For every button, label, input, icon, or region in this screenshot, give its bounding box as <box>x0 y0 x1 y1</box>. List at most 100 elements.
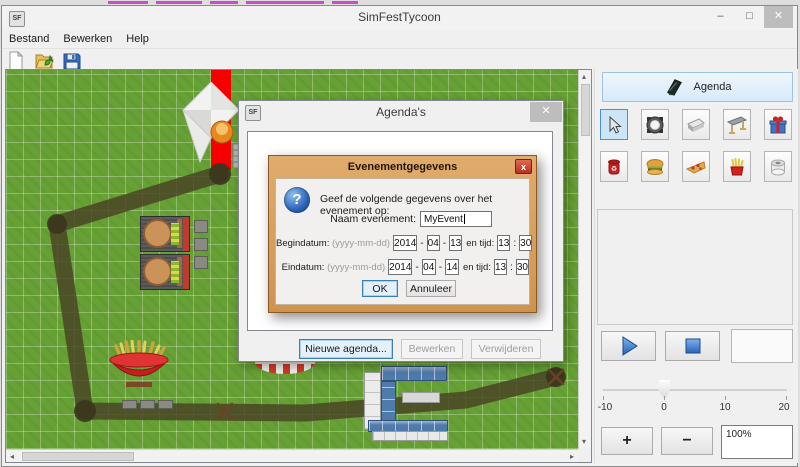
menu-bar: Bestand Bewerken Help <box>2 30 797 49</box>
end-hour-input[interactable]: 13 <box>494 259 507 275</box>
bench <box>194 256 208 269</box>
end-date-row: Eindatum: (yyyy-mm-dd) 2014 - 04 - 14 en… <box>276 259 529 275</box>
open-file-icon[interactable] <box>34 51 54 71</box>
side-panel: Agenda <box>594 69 798 463</box>
colon-separator: : <box>510 262 513 273</box>
event-name-label: Naam evenement: <box>276 213 416 225</box>
menu-bewerken[interactable]: Bewerken <box>56 33 119 45</box>
tool-spotlight[interactable] <box>641 109 669 140</box>
burger-icon <box>644 156 666 178</box>
agendas-dialog-titlebar[interactable]: SF Agenda's ✕ <box>239 101 563 125</box>
maximize-button[interactable]: □ <box>735 6 764 28</box>
minimize-button[interactable]: – <box>706 6 735 28</box>
dash-separator: - <box>420 238 423 249</box>
save-file-icon[interactable] <box>62 51 82 71</box>
edit-agenda-button[interactable]: Bewerken <box>401 339 463 359</box>
cancel-button[interactable]: Annuleer <box>406 280 456 297</box>
time-label: en tijd: <box>466 238 494 249</box>
screen: SF SimFestTycoon – □ ✕ Bestand Bewerken … <box>0 0 800 467</box>
title-bar[interactable]: SF SimFestTycoon – □ ✕ <box>2 6 797 30</box>
horizontal-scroll-thumb[interactable] <box>22 452 134 461</box>
date-format-hint: (yyyy-mm-dd) <box>327 262 385 273</box>
tool-select-cursor[interactable] <box>600 109 628 140</box>
begin-day-input[interactable]: 13 <box>449 235 462 251</box>
scaffold-icon <box>726 114 748 136</box>
map-horizontal-scrollbar[interactable]: ◂ ▸ <box>6 449 578 462</box>
menu-bestand[interactable]: Bestand <box>2 33 56 45</box>
gift-icon <box>767 114 789 136</box>
stop-icon <box>682 335 704 357</box>
zoom-out-button[interactable]: − <box>661 427 713 455</box>
begin-minute-input[interactable]: 30 <box>519 235 532 251</box>
tool-pizza-stand[interactable] <box>682 151 710 182</box>
fries-stand-object[interactable] <box>106 340 174 392</box>
event-dialog-body: ? Geef de volgende gegevens over het eve… <box>275 178 530 305</box>
tool-burger-stand[interactable] <box>641 151 669 182</box>
event-name-input[interactable]: MyEvent <box>420 211 492 227</box>
platform-icon <box>685 114 707 136</box>
stop-button[interactable] <box>665 331 720 361</box>
scroll-left-icon[interactable]: ◂ <box>10 453 14 461</box>
scroll-down-icon[interactable]: ▾ <box>582 438 586 446</box>
event-dialog-close-button[interactable]: x <box>515 159 532 174</box>
slider-tick-label: -10 <box>598 402 612 413</box>
container-column <box>381 381 396 425</box>
slider-track[interactable] <box>603 389 787 391</box>
scroll-up-icon[interactable]: ▴ <box>582 73 586 81</box>
end-day-input[interactable]: 14 <box>445 259 459 275</box>
vertical-scroll-thumb[interactable] <box>581 84 590 136</box>
bench <box>194 220 208 233</box>
tool-fries-stand[interactable] <box>723 151 751 182</box>
cursor-icon <box>603 114 625 136</box>
tool-gift[interactable] <box>764 109 792 140</box>
agendas-dialog-close-button[interactable]: ✕ <box>530 102 562 122</box>
bench <box>194 238 208 251</box>
bench <box>122 400 137 409</box>
close-button[interactable]: ✕ <box>764 6 793 28</box>
scroll-right-icon[interactable]: ▸ <box>570 453 574 461</box>
toilet-cabin-row <box>372 431 448 441</box>
pizza-icon <box>685 156 707 178</box>
menu-help[interactable]: Help <box>119 33 156 45</box>
burger-stand-object[interactable] <box>140 216 190 252</box>
map-vertical-scrollbar[interactable]: ▴ ▾ <box>578 70 591 449</box>
tool-stage-platform[interactable] <box>682 109 710 140</box>
delete-agenda-button[interactable]: Verwijderen <box>471 339 541 359</box>
end-year-input[interactable]: 2014 <box>388 259 412 275</box>
begin-month-input[interactable]: 04 <box>427 235 440 251</box>
slider-tick-label: 20 <box>778 402 789 413</box>
play-button[interactable] <box>601 331 656 361</box>
burger-stand-object[interactable] <box>140 254 190 290</box>
slider-tick-label: 10 <box>719 402 730 413</box>
container-row <box>381 366 447 381</box>
trash-icon: ♻ <box>603 156 625 178</box>
slider-tick-label: 0 <box>661 402 667 413</box>
ok-button[interactable]: OK <box>362 280 398 297</box>
bench <box>158 400 173 409</box>
colon-separator: : <box>513 238 516 249</box>
new-file-icon[interactable] <box>6 51 26 71</box>
zoom-level-box[interactable]: 100% <box>721 425 793 459</box>
begin-hour-input[interactable]: 13 <box>497 235 510 251</box>
tool-toilet[interactable] <box>764 151 792 182</box>
tool-scaffold-stage[interactable] <box>723 109 751 140</box>
spotlight-icon <box>644 114 666 136</box>
agenda-button-label: Agenda <box>694 81 732 93</box>
question-icon: ? <box>284 187 310 213</box>
begin-date-row: Begindatum: (yyyy-mm-dd) 2014 - 04 - 13 … <box>276 235 529 251</box>
begin-year-input[interactable]: 2014 <box>393 235 417 251</box>
agenda-button[interactable]: Agenda <box>602 72 793 102</box>
new-agenda-button[interactable]: Nieuwe agenda... <box>299 339 393 359</box>
event-name-row: Naam evenement: MyEvent <box>276 211 529 227</box>
tool-trash-bin[interactable]: ♻ <box>600 151 628 182</box>
end-minute-input[interactable]: 30 <box>516 259 529 275</box>
end-month-input[interactable]: 04 <box>422 259 436 275</box>
event-name-value: MyEvent <box>424 214 463 225</box>
zoom-in-button[interactable]: + <box>601 427 653 455</box>
dash-separator: - <box>415 262 418 273</box>
playback-status-box <box>731 329 793 363</box>
date-format-hint: (yyyy-mm-dd) <box>332 238 390 249</box>
play-icon <box>618 335 640 357</box>
toilet-roll-icon <box>767 156 789 178</box>
entrance-tent <box>180 82 244 168</box>
